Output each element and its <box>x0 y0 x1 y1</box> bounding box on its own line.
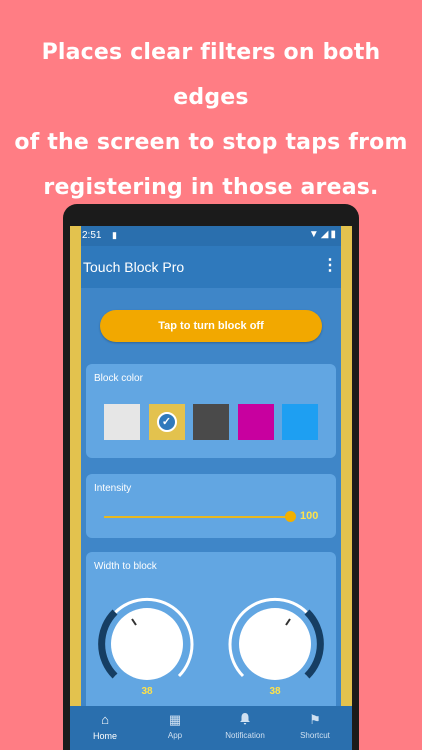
color-swatch[interactable] <box>237 404 274 440</box>
nav-item-app[interactable]: ▦ App <box>140 706 210 746</box>
app-bar: Touch Block Pro ⋮ <box>70 246 352 288</box>
bell-icon <box>210 712 280 728</box>
left-width-knob[interactable] <box>95 592 199 696</box>
app-title: Touch Block Pro <box>83 259 185 275</box>
intensity-card: Intensity 100 <box>86 474 336 538</box>
color-swatch[interactable]: ✓ <box>148 404 185 440</box>
flag-icon: ⚑ <box>309 712 321 727</box>
left-width-value: 38 <box>141 686 153 697</box>
nav-label-shortcut: Shortcut <box>300 731 330 740</box>
width-to-block-card: Width to block 38 38 <box>86 552 336 722</box>
nav-label-app: App <box>167 731 183 740</box>
right-edge-filter <box>341 226 352 750</box>
headline-line-2: of the screen to stop taps from <box>14 130 408 155</box>
bottom-navigation: ⌂ Home ▦ App Notification ⚑ Shortcut <box>70 706 352 750</box>
intensity-value: 100 <box>300 510 319 522</box>
headline-line-1: Places clear filters on both edges <box>41 40 381 110</box>
color-swatch[interactable] <box>282 404 318 440</box>
home-icon: ⌂ <box>101 712 109 727</box>
color-swatch[interactable] <box>104 404 140 440</box>
headline: Places clear filters on both edges of th… <box>0 30 422 210</box>
right-width-knob[interactable] <box>223 592 327 696</box>
wifi-icon: ▼ <box>308 229 321 240</box>
check-icon: ✓ <box>156 412 177 432</box>
nav-item-shortcut[interactable]: ⚑ Shortcut <box>280 706 350 746</box>
nav-item-notification[interactable]: Notification <box>210 706 280 746</box>
apps-grid-icon: ▦ <box>168 712 182 727</box>
intensity-slider-thumb[interactable] <box>284 511 296 522</box>
block-color-card: Block color ✓ <box>86 364 336 458</box>
left-edge-filter <box>70 226 81 750</box>
status-bar: 2:51 ▮ ▼◢▮ <box>70 226 352 246</box>
status-time: 2:51 <box>82 230 102 241</box>
toggle-block-button[interactable]: Tap to turn block off <box>100 310 322 342</box>
phone-screen: 2:51 ▮ ▼◢▮ Touch Block Pro ⋮ Tap to turn… <box>70 226 352 750</box>
color-swatch[interactable] <box>193 404 229 440</box>
nav-item-home[interactable]: ⌂ Home <box>70 706 140 746</box>
phone-frame: 2:51 ▮ ▼◢▮ Touch Block Pro ⋮ Tap to turn… <box>63 204 359 750</box>
sim-icon: ▮ <box>112 230 117 240</box>
intensity-label: Intensity <box>94 483 132 494</box>
more-vert-icon[interactable]: ⋮ <box>322 255 338 275</box>
block-color-label: Block color <box>94 373 143 384</box>
nav-label-notification: Notification <box>225 731 265 740</box>
intensity-slider-track[interactable] <box>104 516 290 518</box>
battery-icon: ▮ <box>330 229 338 240</box>
width-to-block-label: Width to block <box>94 561 157 572</box>
right-width-value: 38 <box>269 686 281 697</box>
status-icons: ▼◢▮ <box>309 229 338 240</box>
nav-label-home: Home <box>92 731 117 741</box>
